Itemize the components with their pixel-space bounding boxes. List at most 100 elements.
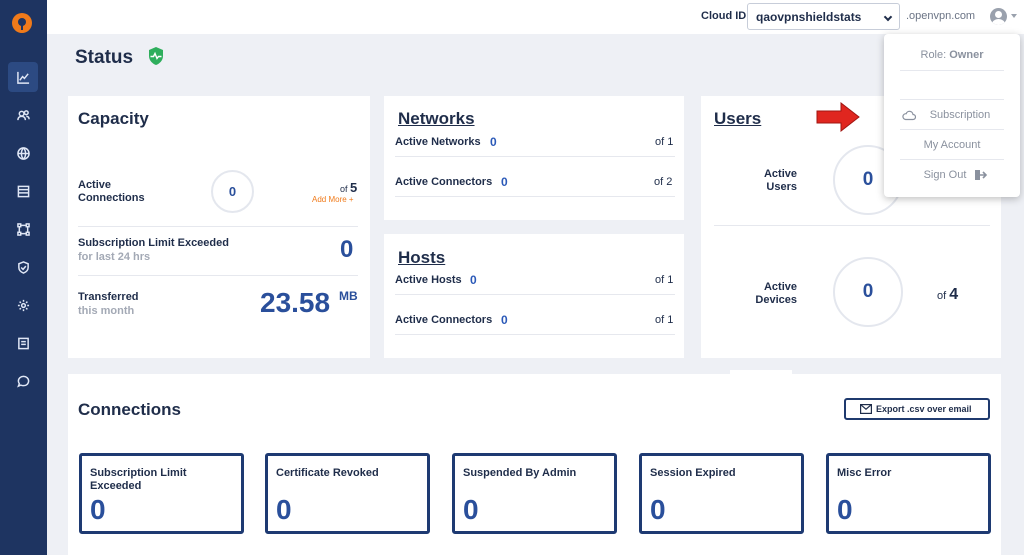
subscription-limit-sub: for last 24 hrs [78, 251, 151, 263]
active-hosts-label: Active Hosts [395, 274, 462, 286]
export-csv-label: Export .csv over email [876, 404, 972, 414]
network-connectors-value[interactable]: 0 [501, 175, 508, 189]
active-networks-of: of 1 [655, 136, 674, 148]
cloud-id-value: qaovpnshieldstats [756, 10, 862, 24]
conn-box-value: 0 [276, 494, 292, 525]
role-prefix: Role: [920, 49, 947, 61]
subscription-limit-exceeded-box[interactable]: Subscription Limit Exceeded 0 [79, 453, 244, 534]
dropdown-divider [900, 129, 1004, 130]
transferred-value: 23.58 [260, 287, 331, 318]
transferred-label: Transferred [78, 291, 139, 303]
nav-chat-icon[interactable] [8, 366, 38, 396]
export-csv-button[interactable]: Export .csv over email [844, 398, 990, 420]
active-hosts-of: of 1 [655, 274, 674, 286]
openvpn-logo[interactable] [12, 13, 32, 33]
nav-globe-icon[interactable] [8, 138, 38, 168]
nav-shield-check-icon[interactable] [8, 252, 38, 282]
add-more-link[interactable]: Add More + [312, 195, 354, 204]
dropdown-divider [900, 70, 1004, 71]
host-connectors-value[interactable]: 0 [501, 313, 508, 327]
conn-box-label: Subscription Limit Exceeded [90, 467, 187, 492]
sign-out-icon [975, 170, 988, 180]
transferred-unit: MB [339, 289, 358, 303]
settings-icon [17, 299, 29, 311]
blank-overlay [730, 370, 792, 416]
my-account-menu-item[interactable]: My Account [884, 139, 1020, 151]
nav-document-icon[interactable] [8, 328, 38, 358]
conn-box-label: Suspended By Admin [463, 467, 577, 479]
conn-box-value: 0 [837, 494, 853, 525]
conn-box-label: Session Expired [650, 467, 736, 479]
transferred-sub: this month [78, 305, 135, 317]
role-value: Owner [949, 49, 984, 61]
subscription-limit-value: 0 [340, 236, 354, 263]
networks-card: Networks Active Networks 0 of 1 Active C… [384, 96, 684, 220]
networks-divider [395, 196, 675, 197]
suspended-by-admin-box[interactable]: Suspended By Admin 0 [452, 453, 617, 534]
active-hosts-value[interactable]: 0 [470, 273, 477, 287]
certificate-revoked-box[interactable]: Certificate Revoked 0 [265, 453, 430, 534]
capacity-title: Capacity [78, 109, 149, 128]
active-users-value: 0 [862, 169, 874, 190]
active-connections-label: Active Connections [78, 179, 145, 204]
users-divider [714, 225, 990, 226]
conn-box-label: Certificate Revoked [276, 467, 379, 479]
capacity-divider [78, 275, 358, 276]
nav-status-chart-icon[interactable] [8, 62, 38, 92]
sign-out-menu-item[interactable]: Sign Out [884, 169, 1020, 181]
document-icon [17, 337, 29, 349]
devices-of-text: of [937, 290, 947, 302]
chevron-down-icon [883, 12, 893, 22]
cloud-id-label: Cloud ID: [701, 10, 750, 22]
subscription-label: Subscription [929, 109, 991, 121]
capacity-divider [78, 226, 358, 227]
cloud-domain-suffix: .openvpn.com [906, 10, 976, 22]
connections-of-text: of [340, 184, 348, 194]
nav-settings-icon[interactable] [8, 290, 38, 320]
networks-title-link[interactable]: Networks [398, 109, 475, 129]
dropdown-divider [900, 99, 1004, 100]
subscription-limit-label: Subscription Limit Exceeded [78, 237, 229, 249]
page-title: Status [75, 47, 134, 68]
hosts-title-link[interactable]: Hosts [398, 248, 445, 268]
networks-divider [395, 156, 675, 157]
hosts-divider [395, 294, 675, 295]
active-networks-label: Active Networks [395, 136, 481, 148]
globe-icon [16, 146, 30, 160]
hosts-card: Hosts Active Hosts 0 of 1 Active Connect… [384, 234, 684, 358]
network-connectors-label: Active Connectors [395, 176, 493, 188]
conn-box-label: Misc Error [837, 467, 892, 479]
mail-icon [860, 404, 872, 414]
avatar-caret-icon[interactable] [1011, 14, 1017, 18]
connections-of-value: 5 [350, 180, 358, 195]
cloud-id-select[interactable]: qaovpnshieldstats [747, 3, 900, 30]
network-connectors-of: of 2 [654, 176, 673, 188]
red-arrow-annotation [816, 102, 860, 132]
session-expired-box[interactable]: Session Expired 0 [639, 453, 804, 534]
nav-users-icon[interactable] [8, 100, 38, 130]
misc-error-box[interactable]: Misc Error 0 [826, 453, 991, 534]
chart-icon [16, 71, 29, 84]
users-icon [16, 109, 30, 120]
network-icon [16, 222, 30, 236]
nav-list-icon[interactable] [8, 176, 38, 206]
sidebar [0, 0, 47, 555]
chat-icon [16, 375, 29, 387]
top-bar: Cloud ID: qaovpnshieldstats .openvpn.com [47, 0, 1024, 34]
active-networks-value[interactable]: 0 [490, 135, 497, 149]
active-connections-value: 0 [228, 184, 237, 199]
capacity-card: Capacity Active Connections 0 of 5 Add M… [68, 96, 370, 358]
dropdown-divider [900, 159, 1004, 160]
subscription-menu-item[interactable]: Subscription [884, 109, 1020, 121]
list-icon [17, 185, 29, 197]
role-row: Role: Owner [884, 49, 1020, 61]
conn-box-value: 0 [90, 494, 106, 525]
nav-network-icon[interactable] [8, 214, 38, 244]
active-connections-gauge: 0 [211, 170, 254, 213]
sign-out-label: Sign Out [923, 169, 967, 181]
users-title-link[interactable]: Users [714, 109, 761, 129]
user-avatar-icon[interactable] [990, 8, 1007, 25]
connections-title: Connections [78, 400, 181, 419]
shield-status-icon [149, 47, 163, 65]
active-users-label: Active Users [763, 168, 797, 193]
